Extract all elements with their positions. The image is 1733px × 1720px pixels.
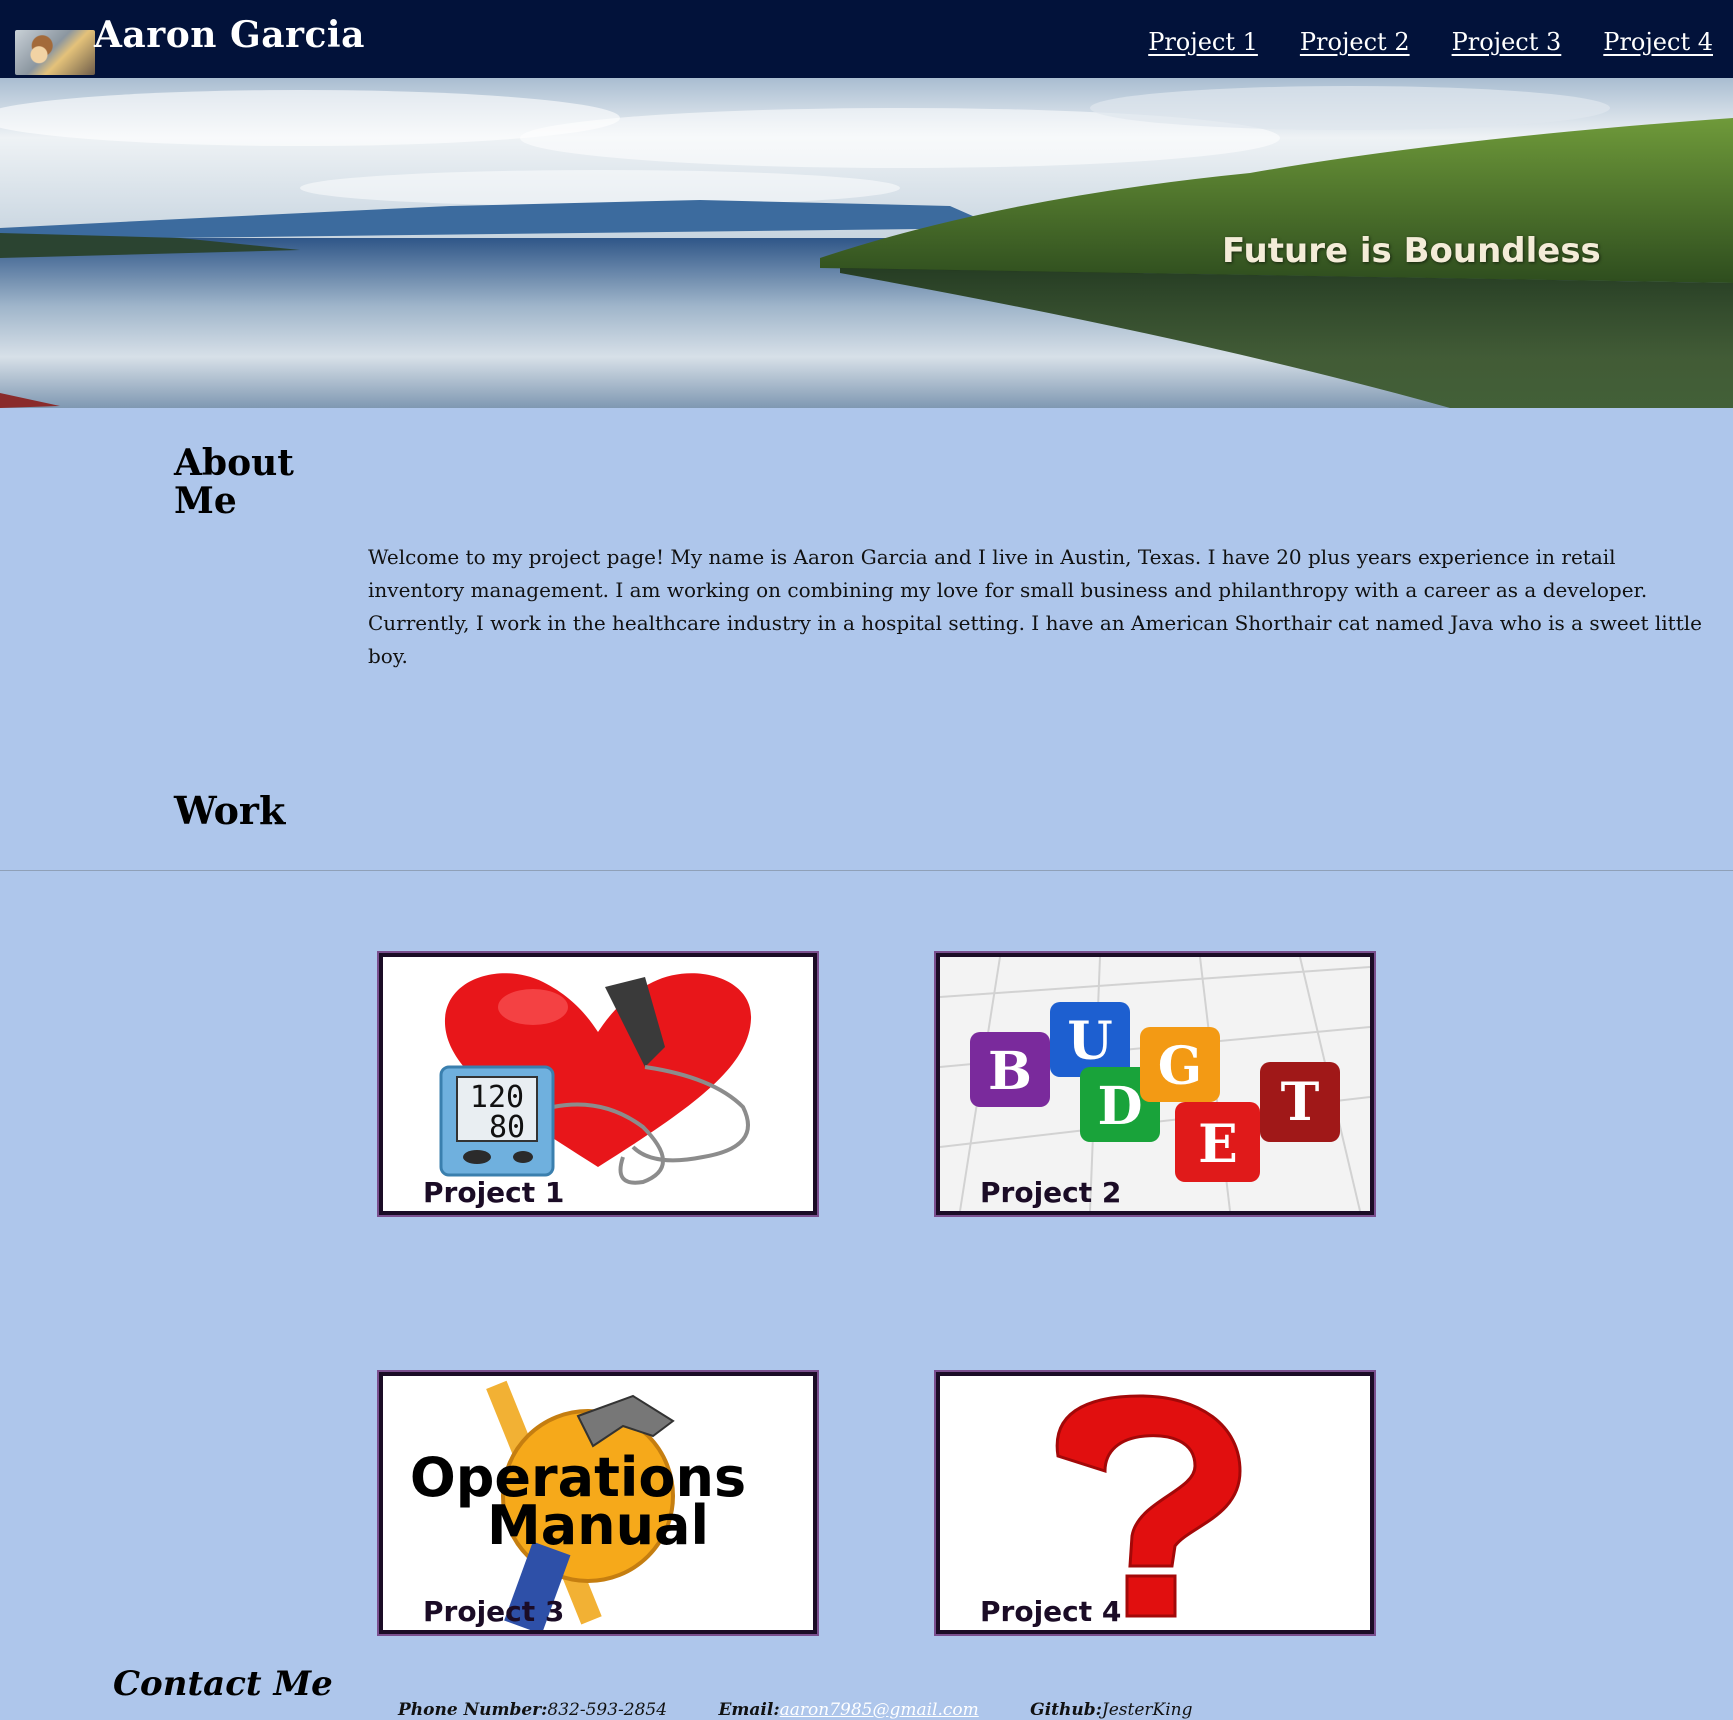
operations-manual-line2: Manual	[487, 1494, 709, 1557]
contact-github: Github:JesterKing	[1030, 1700, 1192, 1720]
project-card-label: Project 4	[980, 1595, 1122, 1628]
contact-info: Phone Number:832-593-2854 Email:aaron798…	[398, 1700, 1238, 1720]
site-header: Aaron Garcia Project 1 Project 2 Project…	[0, 0, 1733, 78]
hero-banner: Future is Boundless	[0, 78, 1733, 408]
email-link[interactable]: aaron7985@gmail.com	[780, 1700, 979, 1720]
contact-heading: Contact Me	[113, 1664, 333, 1704]
budget-letter-t: T	[1281, 1072, 1320, 1133]
budget-blocks-icon: B U D G E T	[940, 957, 1370, 1211]
avatar	[15, 30, 95, 75]
bp-bottom-reading: 80	[489, 1110, 525, 1145]
project-card-1[interactable]: 120 80 Project 1	[379, 953, 817, 1215]
project-card-label: Project 3	[423, 1595, 565, 1628]
budget-letter-b: B	[988, 1041, 1032, 1102]
project-card-label: Project 2	[980, 1176, 1122, 1209]
project-card-4[interactable]: Project 4	[936, 1372, 1374, 1634]
about-text: Welcome to my project page! My name is A…	[368, 545, 1702, 668]
about-heading: About Me	[174, 442, 294, 522]
main-nav: Project 1 Project 2 Project 3 Project 4	[1148, 28, 1713, 56]
contact-email: Email:aaron7985@gmail.com	[718, 1700, 978, 1720]
project-card-2[interactable]: B U D G E T Project 2	[936, 953, 1374, 1215]
budget-letter-u: U	[1067, 1011, 1112, 1072]
nav-link-project-1[interactable]: Project 1	[1148, 28, 1258, 56]
github-label: Github:	[1030, 1700, 1102, 1720]
operations-manual-icon: Operations Manual	[410, 1380, 746, 1630]
budget-letter-g: G	[1158, 1036, 1202, 1097]
nav-link-project-2[interactable]: Project 2	[1300, 28, 1410, 56]
hero-tagline: Future is Boundless	[1222, 231, 1601, 271]
nav-link-project-4[interactable]: Project 4	[1603, 28, 1713, 56]
budget-letter-d: D	[1097, 1076, 1142, 1137]
phone-label: Phone Number:	[398, 1700, 548, 1720]
project-card-label: Project 1	[423, 1176, 565, 1209]
blood-pressure-heart-icon: 120 80	[439, 973, 752, 1185]
site-title: Aaron Garcia	[94, 14, 365, 56]
budget-letter-e: E	[1198, 1114, 1238, 1175]
work-heading: Work	[174, 788, 286, 833]
question-mark-icon	[1055, 1394, 1242, 1618]
email-label: Email:	[718, 1700, 780, 1720]
phone-value: 832-593-2854	[547, 1700, 668, 1720]
github-value: JesterKing	[1101, 1700, 1193, 1720]
project-card-3[interactable]: Operations Manual Project 3	[379, 1372, 817, 1634]
contact-phone: Phone Number:832-593-2854	[398, 1700, 667, 1720]
nav-link-project-3[interactable]: Project 3	[1452, 28, 1562, 56]
section-divider	[0, 870, 1733, 871]
